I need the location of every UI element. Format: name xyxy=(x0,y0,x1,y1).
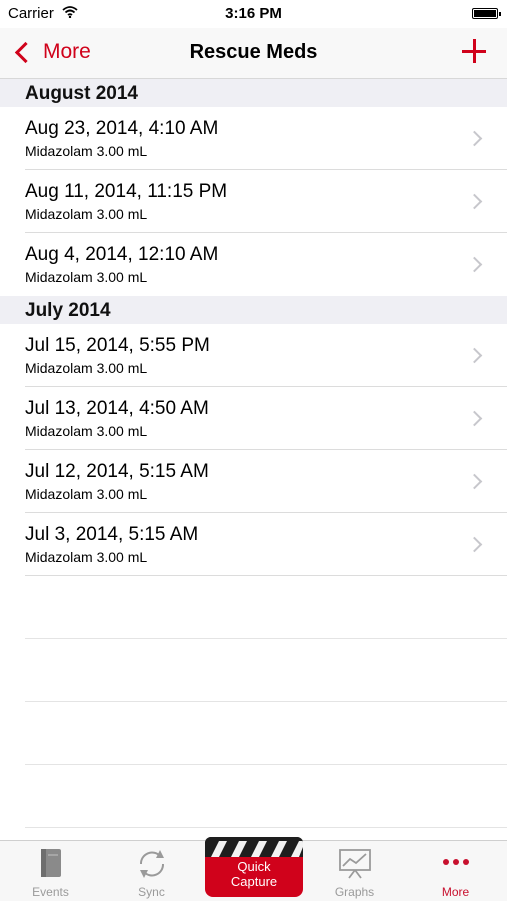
entry-date: Aug 11, 2014, 11:15 PM xyxy=(25,181,228,202)
entry-date: Aug 4, 2014, 12:10 AM xyxy=(25,244,219,265)
empty-row xyxy=(0,639,507,702)
entry-medication: Midazolam 3.00 mL xyxy=(25,549,148,565)
tab-more-label: More xyxy=(441,885,470,899)
quick-capture-button[interactable]: Quick Capture xyxy=(205,837,303,901)
more-dots-icon xyxy=(442,859,469,865)
section-header: August 2014 xyxy=(0,79,507,107)
chevron-right-icon xyxy=(466,256,483,273)
page-title: Rescue Meds xyxy=(189,41,318,63)
entry-medication: Midazolam 3.00 mL xyxy=(25,360,148,376)
book-icon xyxy=(40,849,61,877)
rescue-meds-list: August 2014 Aug 23, 2014, 4:10 AM Midazo… xyxy=(0,79,507,828)
entry-date: Jul 15, 2014, 5:55 PM xyxy=(25,335,210,356)
entry-medication: Midazolam 3.00 mL xyxy=(25,143,148,159)
entry-medication: Midazolam 3.00 mL xyxy=(25,423,148,439)
list-item[interactable]: Jul 15, 2014, 5:55 PM Midazolam 3.00 mL xyxy=(0,324,507,387)
entry-date: Jul 13, 2014, 4:50 AM xyxy=(25,398,209,419)
chevron-right-icon xyxy=(466,410,483,427)
chevron-right-icon xyxy=(466,347,483,364)
section-header: July 2014 xyxy=(0,296,507,324)
sync-icon xyxy=(139,850,164,878)
list-item[interactable]: Jul 12, 2014, 5:15 AM Midazolam 3.00 mL xyxy=(0,450,507,513)
navigation-bar: More Rescue Meds xyxy=(0,28,507,79)
add-icon[interactable] xyxy=(461,38,487,64)
chevron-right-icon xyxy=(466,473,483,490)
quick-capture-label-line1: Quick xyxy=(237,859,271,874)
tab-more[interactable]: More xyxy=(405,841,506,901)
tab-bar: Events Sync Quick Capture Graphs More xyxy=(0,837,507,901)
tab-graphs-label: Graphs xyxy=(334,885,375,899)
chevron-right-icon xyxy=(466,130,483,147)
entry-date: Jul 12, 2014, 5:15 AM xyxy=(25,461,209,482)
chevron-right-icon xyxy=(466,536,483,553)
entry-medication: Midazolam 3.00 mL xyxy=(25,206,148,222)
status-bar: Carrier 3:16 PM xyxy=(0,0,507,28)
list-item[interactable]: Jul 13, 2014, 4:50 AM Midazolam 3.00 mL xyxy=(0,387,507,450)
tab-sync-label: Sync xyxy=(138,885,165,899)
tab-sync[interactable]: Sync xyxy=(101,841,202,901)
quick-capture-label-line2: Capture xyxy=(230,874,278,889)
empty-row xyxy=(0,576,507,639)
chevron-right-icon xyxy=(466,193,483,210)
entry-medication: Midazolam 3.00 mL xyxy=(25,486,148,502)
list-item[interactable]: Aug 4, 2014, 12:10 AM Midazolam 3.00 mL xyxy=(0,233,507,296)
list-item[interactable]: Aug 23, 2014, 4:10 AM Midazolam 3.00 mL xyxy=(0,107,507,170)
empty-row xyxy=(0,702,507,765)
empty-row xyxy=(0,765,507,828)
tab-events-label: Events xyxy=(32,885,69,899)
entry-date: Jul 3, 2014, 5:15 AM xyxy=(25,524,199,545)
battery-icon xyxy=(472,8,501,19)
clapperboard-icon xyxy=(205,837,303,857)
chart-icon xyxy=(338,849,371,879)
status-time: 3:16 PM xyxy=(225,5,282,22)
entry-medication: Midazolam 3.00 mL xyxy=(25,269,148,285)
list-item[interactable]: Jul 3, 2014, 5:15 AM Midazolam 3.00 mL xyxy=(0,513,507,576)
tab-events[interactable]: Events xyxy=(0,841,101,901)
tab-graphs[interactable]: Graphs xyxy=(304,841,405,901)
list-item[interactable]: Aug 11, 2014, 11:15 PM Midazolam 3.00 mL xyxy=(0,170,507,233)
entry-date: Aug 23, 2014, 4:10 AM xyxy=(25,118,219,139)
